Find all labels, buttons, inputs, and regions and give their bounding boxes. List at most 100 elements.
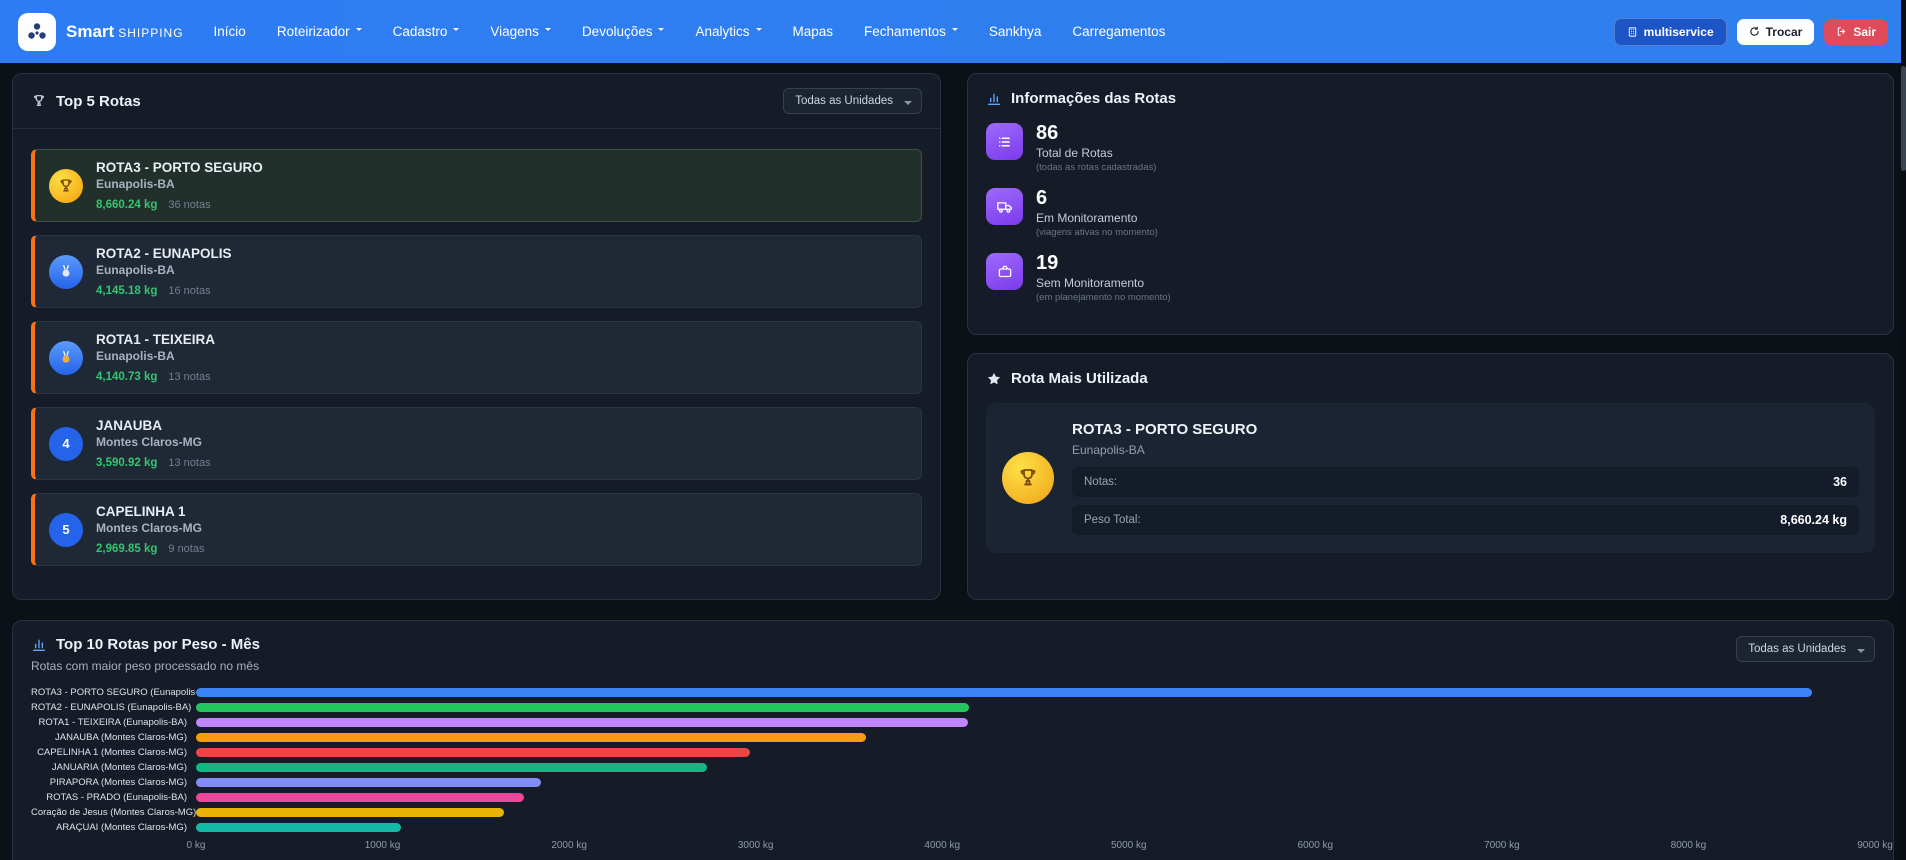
top10-title: Top 10 Rotas por Peso - Mês (31, 636, 260, 653)
stat-sub: (em planejamento no momento) (1036, 292, 1171, 303)
chart-bar-row: ARAÇUAI (Montes Claros-MG) (31, 822, 1875, 833)
chart-bar[interactable] (196, 733, 866, 742)
scrollbar-thumb[interactable] (1901, 66, 1906, 171)
nav-item-mapas[interactable]: Mapas (793, 24, 834, 39)
route-name: CAPELINHA 1 (96, 504, 186, 519)
nav-item-fechamentos[interactable]: Fechamentos (864, 24, 958, 39)
stat-em-monitoramento: 6 Em Monitoramento (viagens ativas no mo… (986, 188, 1875, 238)
chart-bar-row: Coração de Jesus (Montes Claros-MG) (31, 807, 1875, 818)
most-used-route-city: Eunapolis-BA (1072, 443, 1145, 457)
top10-bar-chart: ROTA3 - PORTO SEGURO (Eunapolis-BA) ROTA… (31, 687, 1893, 857)
route-weight: 2,969.85 kg (96, 543, 158, 555)
rank-5-badge: 5 (49, 512, 83, 547)
top5-title: Top 5 Rotas (31, 93, 141, 110)
route-weight: 4,140.73 kg (96, 371, 158, 383)
brand-name: Smart SHIPPING (66, 21, 184, 41)
x-tick-label: 3000 kg (737, 840, 774, 851)
brand[interactable]: Smart SHIPPING (18, 12, 184, 51)
x-tick-label: 9000 kg (1857, 840, 1893, 851)
logout-icon (1836, 26, 1847, 37)
stat-sub: (viagens ativas no momento) (1036, 227, 1158, 238)
route-city: Montes Claros-MG (96, 435, 203, 449)
chart-bar[interactable] (196, 703, 970, 712)
x-tick-label: 4000 kg (924, 840, 961, 851)
scrollbar[interactable] (1901, 0, 1906, 860)
stat-total-rotas: 86 Total de Rotas (todas as rotas cadast… (986, 123, 1875, 173)
tenant-button[interactable]: multiservice (1613, 17, 1727, 46)
route-card[interactable]: ROTA3 - PORTO SEGURO Eunapolis-BA 8,660.… (31, 149, 922, 222)
chart-bar[interactable] (196, 823, 402, 832)
stat-value: 6 (1036, 187, 1048, 209)
chart-bar-row: CAPELINHA 1 (Montes Claros-MG) (31, 747, 1875, 758)
route-notas: 9 notas (168, 543, 205, 555)
rank-4-badge: 4 (49, 426, 83, 461)
nav-item-carregamentos[interactable]: Carregamentos (1072, 24, 1165, 39)
stat-label: Total de Rotas (1036, 146, 1113, 160)
chart-bar[interactable] (196, 793, 525, 802)
stat-label: Em Monitoramento (1036, 211, 1138, 225)
x-tick-label: 2000 kg (551, 840, 587, 851)
logout-button[interactable]: Sair (1824, 18, 1888, 45)
most-used-card: ROTA3 - PORTO SEGURO Eunapolis-BA Notas:… (986, 403, 1875, 553)
top5-list: ROTA3 - PORTO SEGURO Eunapolis-BA 8,660.… (13, 129, 940, 599)
top10-unit-filter-select[interactable]: Todas as Unidades (1736, 636, 1875, 662)
route-city: Eunapolis-BA (96, 263, 175, 277)
stat-value: 19 (1036, 252, 1059, 274)
chart-bar[interactable] (196, 808, 504, 817)
nav-item-analytics[interactable]: Analytics (695, 24, 761, 39)
top5-panel: Top 5 Rotas Todas as Unidades ROTA3 - PO… (12, 73, 941, 600)
route-name: ROTA1 - TEIXEIRA (96, 332, 216, 347)
top5-unit-filter-select[interactable]: Todas as Unidades (783, 88, 922, 114)
route-info-title: Informações das Rotas (986, 90, 1875, 107)
trophy-icon (31, 93, 47, 109)
dashboard: Top 5 Rotas Todas as Unidades ROTA3 - PO… (0, 63, 1906, 860)
nav-item-cadastro[interactable]: Cadastro (393, 24, 460, 39)
route-notas: 16 notas (168, 285, 211, 297)
stat-value: 86 (1036, 122, 1059, 144)
nav-item-inicio[interactable]: Início (214, 24, 246, 39)
chart-category-label: PIRAPORA (Montes Claros-MG) (49, 777, 187, 788)
route-city: Eunapolis-BA (96, 349, 175, 363)
chart-bar[interactable] (196, 718, 969, 727)
route-card[interactable]: ROTA2 - EUNAPOLIS Eunapolis-BA 4,145.18 … (31, 235, 922, 308)
chart-bar-row: ROTA2 - EUNAPOLIS (Eunapolis-BA) (31, 702, 1875, 713)
route-card[interactable]: 4 JANAUBA Montes Claros-MG 3,590.92 kg 1… (31, 407, 922, 480)
top10-subtitle: Rotas com maior peso processado no mês (31, 659, 260, 673)
x-tick-label: 0 kg (186, 840, 206, 851)
nav-item-devolucoes[interactable]: Devoluções (582, 24, 665, 39)
most-used-notas-row: Notas: 36 (1072, 467, 1859, 497)
stat-sub: (todas as rotas cadastradas) (1036, 162, 1157, 173)
route-card[interactable]: 5 CAPELINHA 1 Montes Claros-MG 2,969.85 … (31, 493, 922, 566)
chart-category-label: ROTA3 - PORTO SEGURO (Eunapolis-BA) (31, 687, 196, 698)
chart-category-label: CAPELINHA 1 (Montes Claros-MG) (37, 747, 187, 758)
route-city: Montes Claros-MG (96, 521, 203, 535)
x-tick-label: 6000 kg (1297, 840, 1334, 851)
route-card[interactable]: ROTA1 - TEIXEIRA Eunapolis-BA 4,140.73 k… (31, 321, 922, 394)
rank-3-medal-icon (49, 340, 83, 375)
rank-1-trophy-icon (49, 168, 83, 203)
chart-category-label: JANUARIA (Montes Claros-MG) (51, 762, 187, 773)
rank-2-medal-icon (49, 254, 83, 289)
chart-bar[interactable] (196, 763, 708, 772)
route-name: JANAUBA (96, 418, 163, 433)
top10-chart-panel: Top 10 Rotas por Peso - Mês Rotas com ma… (12, 620, 1894, 860)
navbar: Smart SHIPPING Início Roteirizador Cadast… (0, 0, 1906, 63)
chart-bar[interactable] (196, 748, 751, 757)
nav-item-viagens[interactable]: Viagens (490, 24, 551, 39)
stat-label: Sem Monitoramento (1036, 276, 1145, 290)
chart-category-label: ROTA1 - TEIXEIRA (Eunapolis-BA) (38, 717, 187, 728)
nav-item-roteirizador[interactable]: Roteirizador (277, 24, 362, 39)
chart-bar-row: ROTA3 - PORTO SEGURO (Eunapolis-BA) (31, 687, 1875, 698)
building-icon (1627, 26, 1638, 38)
switch-account-button[interactable]: Trocar (1736, 18, 1815, 45)
most-used-route-panel: Rota Mais Utilizada ROTA3 - PORTO SEGURO… (967, 353, 1894, 600)
nav-item-sankhya[interactable]: Sankhya (989, 24, 1042, 39)
star-icon (986, 371, 1002, 387)
chart-bar[interactable] (196, 778, 542, 787)
chart-bar[interactable] (196, 688, 1812, 697)
list-icon (986, 123, 1023, 160)
x-tick-label: 7000 kg (1484, 840, 1520, 851)
chart-bar-row: PIRAPORA (Montes Claros-MG) (31, 777, 1875, 788)
chart-category-label: Coração de Jesus (Montes Claros-MG) (31, 807, 196, 818)
most-used-title: Rota Mais Utilizada (986, 370, 1875, 387)
